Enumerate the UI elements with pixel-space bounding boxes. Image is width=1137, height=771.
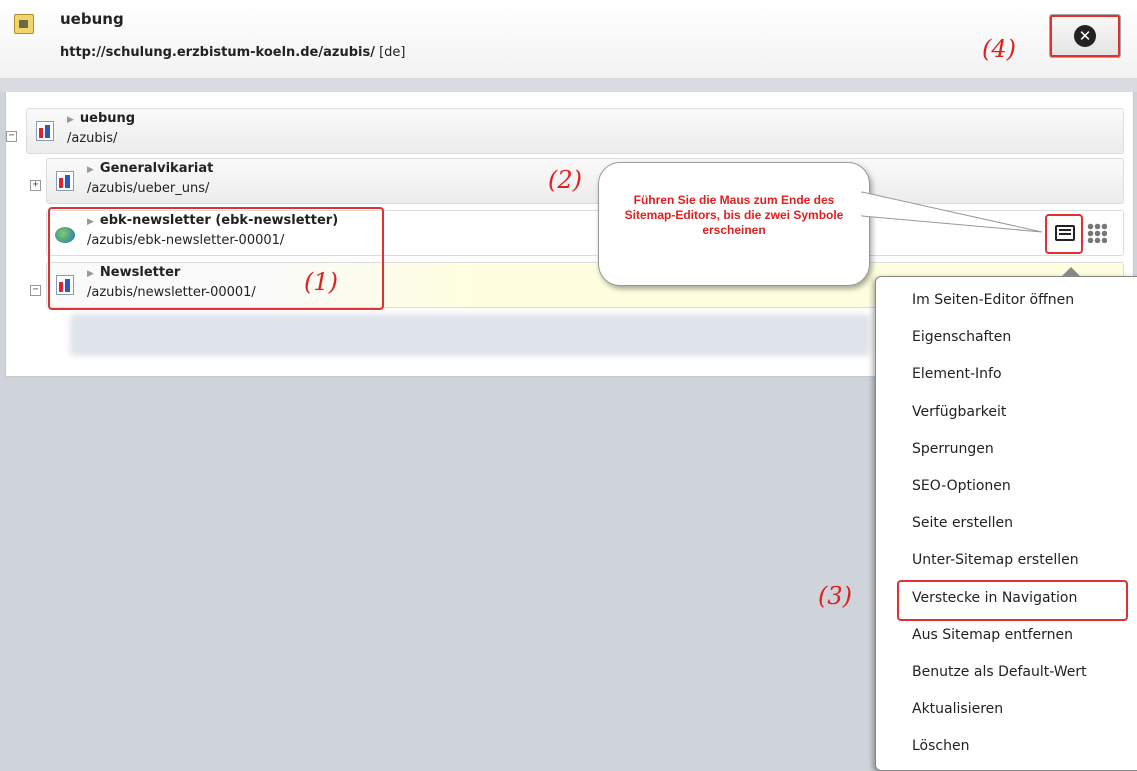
close-button[interactable]: ✕: [1049, 14, 1121, 58]
editor-header: uebung http://schulung.erzbistum-koeln.d…: [0, 0, 1137, 79]
site-url-link: http://schulung.erzbistum-koeln.de/azubi…: [60, 45, 375, 60]
annotation-4: (4): [982, 35, 1016, 63]
row-action-icons: [1043, 212, 1121, 254]
menu-item-locks[interactable]: Sperrungen: [876, 431, 1137, 468]
menu-item-remove-from-sitemap[interactable]: Aus Sitemap entfernen: [876, 617, 1137, 654]
collapse-toggle[interactable]: −: [6, 131, 17, 142]
menu-item-properties[interactable]: Eigenschaften: [876, 319, 1137, 356]
blurred-row: [70, 314, 870, 356]
expand-toggle[interactable]: +: [30, 180, 41, 191]
tree-row-path: /azubis/: [67, 131, 118, 146]
callout-pointer: [860, 191, 1043, 233]
menu-item-delete[interactable]: Löschen: [876, 728, 1137, 765]
tree-row-uebung[interactable]: ▶ uebung /azubis/: [26, 108, 1124, 154]
menu-item-use-as-default[interactable]: Benutze als Default-Wert: [876, 654, 1137, 691]
annotation-3: (3): [818, 582, 852, 610]
page-icon: [56, 171, 74, 191]
menu-icon: [1055, 225, 1075, 241]
menu-item-open-page-editor[interactable]: Im Seiten-Editor öffnen: [876, 282, 1137, 319]
page-icon: [36, 121, 54, 141]
annotation-2: (2): [548, 166, 582, 194]
close-icon: ✕: [1074, 25, 1096, 47]
tree-row-title: ▶ uebung: [67, 111, 136, 126]
menu-item-seo-options[interactable]: SEO-Optionen: [876, 468, 1137, 505]
menu-item-create-subsitemap[interactable]: Unter-Sitemap erstellen: [876, 542, 1137, 579]
menu-item-availability[interactable]: Verfügbarkeit: [876, 394, 1137, 431]
site-language: [de]: [379, 45, 406, 60]
menu-item-create-page[interactable]: Seite erstellen: [876, 505, 1137, 542]
menu-item-refresh[interactable]: Aktualisieren: [876, 691, 1137, 728]
collapse-toggle[interactable]: −: [30, 285, 41, 296]
site-url: http://schulung.erzbistum-koeln.de/azubi…: [60, 45, 406, 60]
highlight-box-rows: [48, 207, 384, 310]
context-menu-button[interactable]: [1045, 214, 1083, 254]
menu-item-element-info[interactable]: Element-Info: [876, 356, 1137, 393]
tooltip-callout: Führen Sie die Maus zum Ende des Sitemap…: [598, 162, 870, 286]
header-separator: [0, 78, 1137, 92]
tree-row-title: ▶ Generalvikariat: [87, 161, 214, 176]
site-title: uebung: [60, 10, 124, 28]
callout-text: Führen Sie die Maus zum Ende des Sitemap…: [624, 192, 844, 237]
tree-row-path: /azubis/ueber_uns/: [87, 181, 210, 196]
grid-icon[interactable]: [1087, 223, 1107, 243]
context-menu: Im Seiten-Editor öffnen Eigenschaften El…: [875, 267, 1137, 771]
highlight-box-menu-item: [897, 580, 1128, 621]
site-folder-icon: [14, 14, 34, 34]
